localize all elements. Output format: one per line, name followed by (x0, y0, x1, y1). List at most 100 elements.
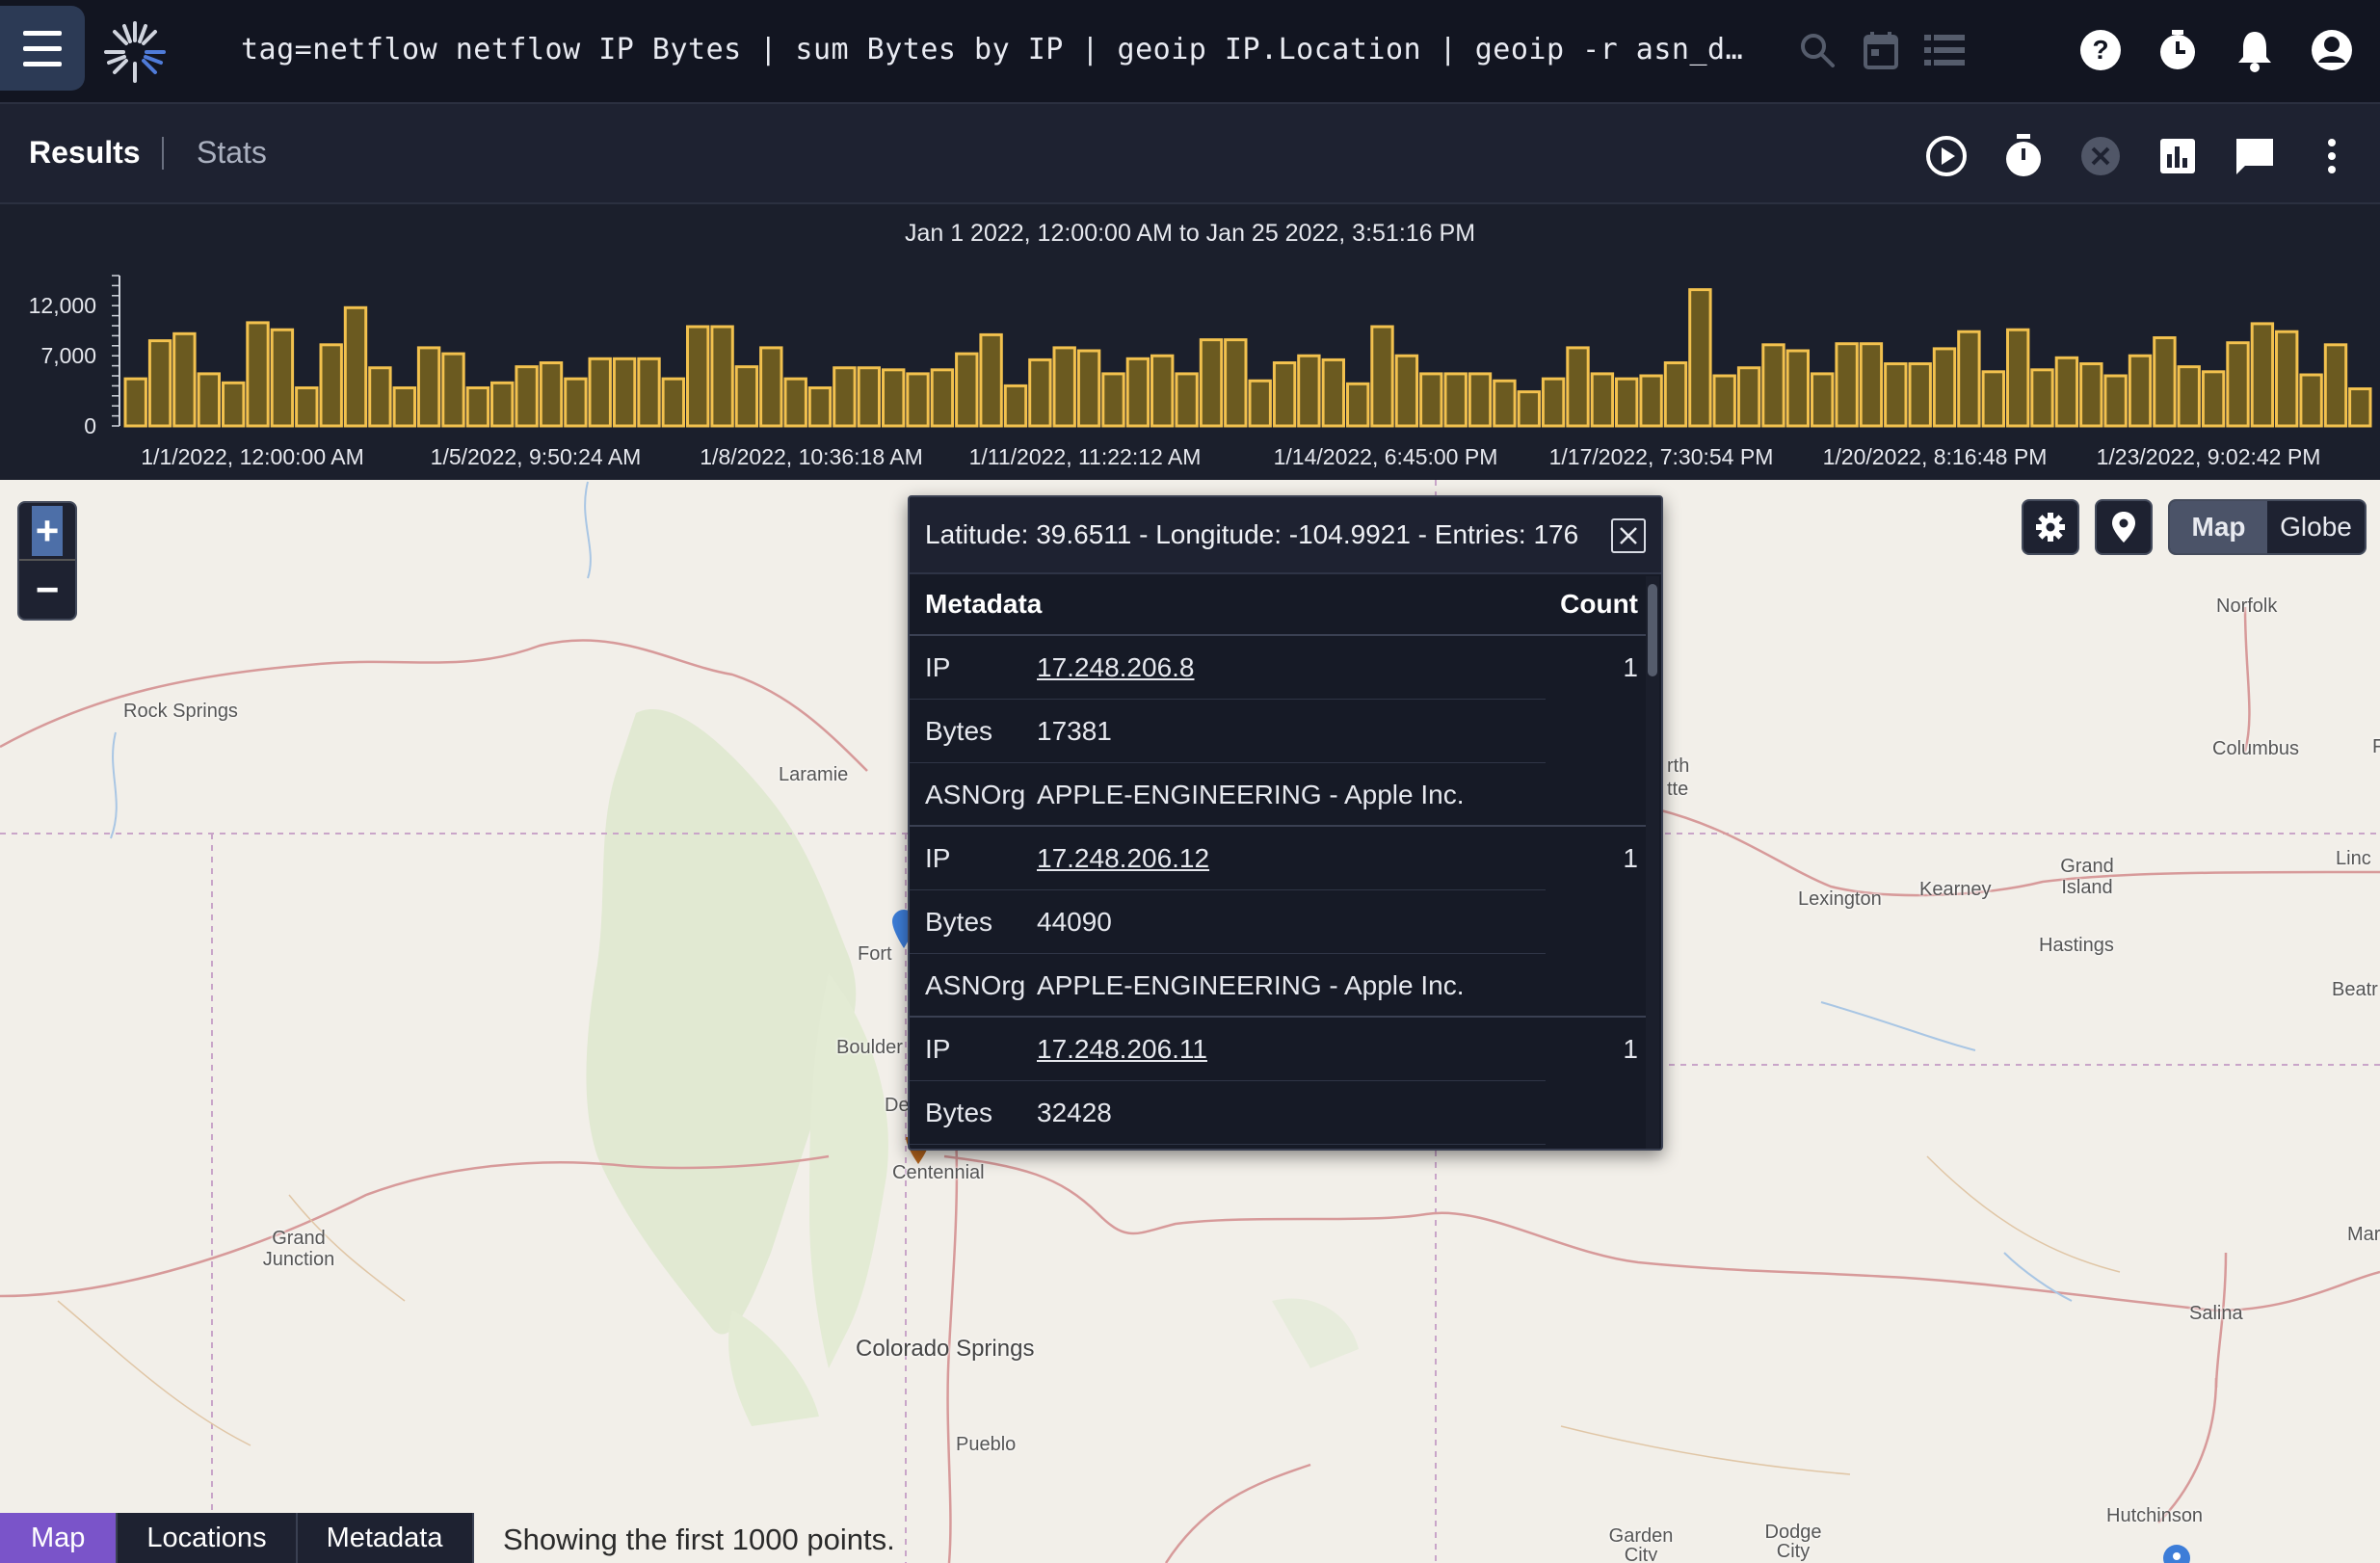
histogram-bar[interactable] (906, 372, 930, 428)
histogram-bar[interactable] (637, 357, 661, 428)
timer-icon[interactable] (1995, 127, 2052, 185)
histogram-bar[interactable] (1688, 288, 1712, 428)
histogram-bar[interactable] (1076, 349, 1101, 428)
map-pin-button[interactable] (2095, 499, 2153, 555)
histogram-bar[interactable] (2348, 387, 2372, 428)
histogram-bar[interactable] (2030, 368, 2054, 428)
histogram-bar[interactable] (2103, 374, 2128, 428)
bell-icon[interactable] (2228, 23, 2282, 77)
histogram-bar[interactable] (1297, 354, 1321, 428)
histogram-bar[interactable] (882, 368, 906, 428)
histogram-bar[interactable] (1052, 346, 1076, 428)
histogram-bar[interactable] (2201, 370, 2226, 428)
histogram-bar[interactable] (1957, 330, 1981, 428)
histogram-bar[interactable] (1028, 358, 1052, 428)
histogram-bar[interactable] (734, 365, 759, 428)
histogram-bar[interactable] (2250, 322, 2275, 428)
more-icon[interactable] (2303, 127, 2361, 185)
histogram-bar[interactable] (2323, 343, 2348, 428)
zoom-in-button[interactable]: + (19, 503, 75, 561)
histogram-bar[interactable] (1566, 346, 1590, 428)
histogram-bar[interactable] (441, 352, 465, 428)
histogram-bar[interactable] (955, 352, 979, 428)
histogram-bar[interactable] (2054, 356, 2079, 428)
ip-link[interactable]: 17.248.206.12 (1037, 843, 1594, 874)
histogram-bar[interactable] (295, 386, 319, 428)
histogram-bar[interactable] (123, 377, 147, 428)
tab-results[interactable]: Results (29, 135, 141, 171)
tab-map[interactable]: Map (0, 1513, 119, 1563)
popup-scrollbar[interactable] (1646, 576, 1659, 1149)
toggle-map[interactable]: Map (2170, 501, 2267, 553)
histogram-bar[interactable] (416, 346, 441, 428)
histogram-bar[interactable] (564, 377, 588, 428)
histogram-bar[interactable] (2128, 354, 2153, 428)
histogram-bar[interactable] (197, 372, 222, 428)
history-icon[interactable] (2151, 23, 2205, 77)
histogram-bar[interactable] (515, 365, 539, 428)
histogram-bar[interactable] (1785, 349, 1810, 428)
histogram-bar[interactable] (1932, 347, 1957, 428)
histogram-bar[interactable] (2006, 328, 2030, 428)
histogram-bar[interactable] (368, 366, 392, 428)
histogram-bar[interactable] (1150, 354, 1175, 428)
histogram-bar[interactable] (1248, 379, 1272, 428)
location-marker-icon[interactable] (2162, 1544, 2191, 1563)
histogram-bar[interactable] (1370, 325, 1394, 428)
chart-icon[interactable] (2149, 127, 2207, 185)
ip-link[interactable]: 17.248.206.8 (1037, 652, 1594, 683)
histogram-bar[interactable] (1663, 361, 1688, 428)
histogram-bar[interactable] (1224, 338, 1248, 428)
histogram-bar[interactable] (661, 377, 685, 428)
histogram-bar[interactable] (246, 321, 270, 428)
help-icon[interactable]: ? (2074, 23, 2128, 77)
histogram-bar[interactable] (1590, 372, 1615, 428)
histogram-bar[interactable] (319, 343, 343, 428)
histogram-bar[interactable] (1541, 377, 1566, 428)
histogram-bar[interactable] (1712, 374, 1736, 428)
histogram-bar[interactable] (343, 305, 368, 428)
scrollbar-thumb[interactable] (1648, 584, 1657, 676)
menu-icon[interactable] (0, 6, 85, 91)
histogram-bar[interactable] (759, 346, 783, 428)
histogram-bar[interactable] (1811, 372, 1835, 428)
histogram-bar[interactable] (2226, 341, 2250, 428)
histogram-bar[interactable] (147, 339, 172, 428)
tab-stats[interactable]: Stats (197, 135, 267, 171)
histogram-bar[interactable] (222, 381, 246, 428)
histogram-bar[interactable] (465, 386, 490, 428)
calendar-icon[interactable] (1854, 23, 1908, 77)
ip-link[interactable]: 17.248.206.11 (1037, 1034, 1594, 1065)
histogram-bar[interactable] (1493, 379, 1517, 428)
histogram-bar[interactable] (588, 357, 612, 428)
histogram-bar[interactable] (392, 386, 417, 428)
histogram-bar[interactable] (710, 325, 734, 428)
histogram-bar[interactable] (1443, 372, 1468, 428)
histogram-bar[interactable] (1175, 372, 1199, 428)
histogram-bar[interactable] (1321, 358, 1345, 428)
histogram-bar[interactable] (2177, 365, 2201, 428)
zoom-out-button[interactable]: − (19, 561, 75, 619)
histogram-bar[interactable] (1003, 384, 1028, 428)
histogram-chart[interactable]: 12,000 7,000 0 1/1/2022, 12:00:00 AM 1/5/202… (0, 204, 2380, 480)
close-button[interactable] (1611, 518, 1646, 553)
query-input[interactable]: tag=netflow netflow IP Bytes | sum Bytes… (241, 33, 1744, 66)
histogram-bar[interactable] (1199, 338, 1224, 428)
histogram-bar[interactable] (1468, 372, 1493, 428)
histogram-bar[interactable] (1394, 354, 1419, 428)
histogram-bar[interactable] (612, 357, 637, 428)
histogram-bar[interactable] (1981, 370, 2006, 428)
histogram-bar[interactable] (686, 325, 710, 428)
account-icon[interactable] (2305, 23, 2359, 77)
map-settings-button[interactable] (2022, 499, 2079, 555)
play-icon[interactable] (1917, 127, 1975, 185)
histogram-bar[interactable] (1101, 372, 1125, 428)
histogram-bar[interactable] (1346, 382, 1370, 428)
histogram-bar[interactable] (930, 368, 955, 428)
histogram-bar[interactable] (1125, 357, 1150, 428)
histogram-bar[interactable] (539, 361, 564, 428)
histogram-bar[interactable] (807, 386, 833, 428)
histogram-bar[interactable] (1859, 342, 1884, 428)
histogram-bar[interactable] (1908, 362, 1932, 428)
histogram-bar[interactable] (1615, 377, 1639, 428)
